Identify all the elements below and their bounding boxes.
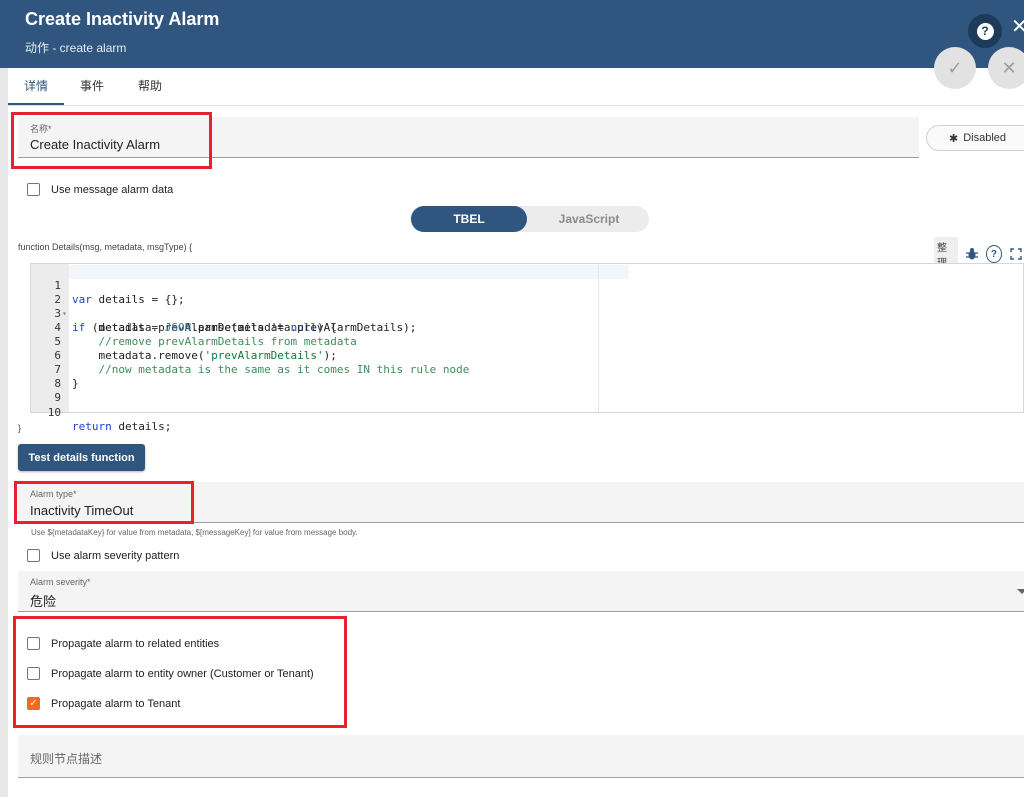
highlight-box-name (11, 112, 212, 169)
test-details-function-button[interactable]: Test details function (18, 444, 145, 471)
dialog-title: Create Inactivity Alarm (25, 9, 220, 29)
alarm-type-hint: Use ${metadataKey} for value from metada… (31, 528, 358, 537)
code-line: 10 return details; (31, 392, 172, 433)
alarm-severity-select[interactable]: Alarm severity* 危险 (18, 571, 1024, 612)
code-line: 9 (31, 377, 71, 404)
dialog-subtitle: 动作 - create alarm (25, 41, 127, 55)
cancel-button[interactable]: ✕ (988, 47, 1024, 89)
use-severity-pattern-label: Use alarm severity pattern (51, 549, 180, 562)
toggle-option-javascript[interactable]: JavaScript (530, 206, 648, 232)
code-line: 7 } (31, 349, 78, 390)
use-message-alarm-data-label: Use message alarm data (51, 183, 174, 196)
script-language-toggle[interactable]: TBEL JavaScript (410, 206, 649, 232)
tab-help[interactable]: 帮助 (132, 68, 168, 105)
alarm-severity-value: 危险 (30, 594, 57, 609)
help-button[interactable]: ? (968, 14, 1002, 48)
dialog-header: Create Inactivity Alarm 动作 - create alar… (0, 0, 1024, 68)
code-editor[interactable]: 1 var details = {}; 2 ▾ if (metadata.pre… (30, 263, 1024, 433)
code-line: 5 metadata.remove('prevAlarmDetails'); (31, 321, 337, 362)
highlight-box-alarm-type (14, 481, 194, 524)
code-line: 3 details = JSON.parse(metadata.prevAlar… (31, 293, 416, 334)
active-line-highlight (69, 265, 629, 279)
use-severity-pattern-checkbox[interactable]: Use alarm severity pattern (27, 549, 179, 562)
function-signature: function Details(msg, metadata, msgType)… (18, 242, 193, 252)
code-line: 6 //now metadata is the same as it comes… (31, 335, 469, 376)
code-line: 1 var details = {}; (31, 265, 184, 306)
rule-node-dialog: Create Inactivity Alarm 动作 - create alar… (0, 0, 1024, 797)
use-message-alarm-data-checkbox[interactable]: Use message alarm data (27, 183, 173, 196)
bug-icon: ✱ (949, 132, 959, 145)
check-icon: ✓ (947, 57, 963, 78)
code-line: 8 (31, 363, 71, 390)
help-icon: ? (976, 22, 994, 40)
debug-mode-label: Disabled (963, 132, 1007, 144)
chevron-down-icon[interactable] (1017, 589, 1024, 594)
toggle-option-tbel[interactable]: TBEL (411, 206, 527, 232)
description-field[interactable]: 规则节点描述 (18, 735, 1024, 778)
fullscreen-icon[interactable] (1008, 245, 1024, 263)
alarm-severity-label: Alarm severity* (30, 577, 91, 587)
function-closing-brace: } (18, 423, 22, 433)
description-placeholder: 规则节点描述 (30, 752, 103, 766)
tab-events[interactable]: 事件 (74, 68, 110, 105)
bug-icon[interactable] (964, 245, 980, 263)
close-icon: ✕ (1001, 57, 1017, 78)
checkbox-box[interactable] (27, 183, 40, 196)
apply-button[interactable]: ✓ (934, 47, 976, 89)
debug-mode-button[interactable]: ✱ Disabled (926, 125, 1024, 151)
left-edge-strip (0, 68, 8, 797)
print-margin (598, 264, 599, 412)
code-line: 2 ▾ if (metadata.prevAlarmDetails != nul… (31, 279, 337, 334)
tab-bar: 详情 事件 帮助 (8, 68, 1024, 106)
tab-details[interactable]: 详情 (8, 68, 64, 105)
close-icon[interactable]: ✕ (1011, 17, 1024, 37)
highlight-box-propagation (13, 616, 347, 728)
line-number: 10 (47, 406, 61, 419)
help-icon[interactable]: ? (985, 245, 1002, 263)
checkbox-box[interactable] (27, 549, 40, 562)
code-line: 4 //remove prevAlarmDetails from metadat… (31, 307, 356, 348)
